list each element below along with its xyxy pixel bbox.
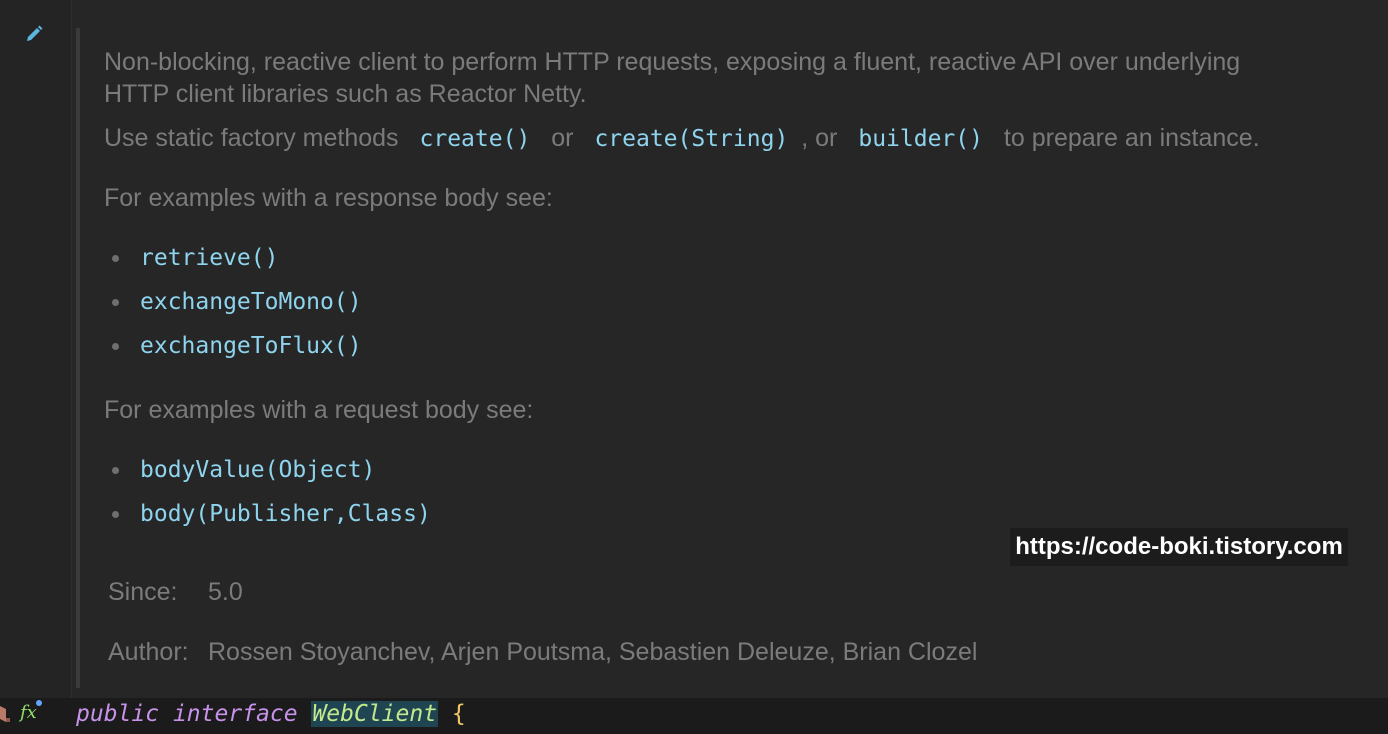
usage-line: Use static factory methods create() or c… [104, 122, 1260, 155]
function-fx-icon[interactable]: fx [20, 702, 37, 723]
bullet [112, 343, 119, 350]
bullet [112, 511, 119, 518]
link-body-value[interactable]: bodyValue(Object) [140, 454, 375, 486]
link-body-publisher[interactable]: body(Publisher,Class) [140, 498, 431, 530]
link-exchange-to-mono[interactable]: exchangeToMono() [140, 286, 362, 318]
bullet [112, 299, 119, 306]
link-retrieve[interactable]: retrieve() [140, 242, 278, 274]
edit-pencil-icon[interactable] [24, 24, 44, 44]
keyword-public: public [76, 701, 160, 727]
fx-indicator-dot [36, 700, 42, 706]
open-brace: { [451, 701, 466, 727]
request-heading: For examples with a request body see: [104, 396, 534, 424]
intro-line-2: HTTP client libraries such as Reactor Ne… [104, 80, 587, 108]
since-value: 5.0 [208, 578, 243, 606]
author-label: Author: [108, 638, 189, 666]
bullet [112, 467, 119, 474]
usage-comma-or: , or [801, 124, 838, 152]
response-heading: For examples with a response body see: [104, 184, 553, 212]
intro-line-1: Non-blocking, reactive client to perform… [104, 48, 1241, 76]
code-line-text[interactable]: public interface WebClient { [76, 698, 466, 734]
since-label: Since: [108, 578, 178, 606]
usage-or: or [551, 124, 574, 152]
interface-name[interactable]: WebClient [311, 701, 439, 727]
javadoc-border [76, 28, 80, 688]
link-create-string[interactable]: create(String) [594, 126, 788, 152]
link-builder[interactable]: builder() [858, 126, 983, 152]
editor-gutter [0, 0, 72, 734]
link-exchange-to-flux[interactable]: exchangeToFlux() [140, 330, 362, 362]
keyword-interface: interface [172, 701, 298, 727]
code-line[interactable]: public interface WebClient { [0, 698, 1388, 734]
library-icon [0, 706, 10, 722]
bullet [112, 255, 119, 262]
usage-suffix: to prepare an instance. [1003, 124, 1260, 152]
watermark: https://code-boki.tistory.com [1010, 528, 1348, 566]
author-value: Rossen Stoyanchev, Arjen Poutsma, Sebast… [208, 638, 978, 666]
usage-prefix: Use static factory methods [104, 124, 399, 152]
link-create[interactable]: create() [420, 126, 531, 152]
